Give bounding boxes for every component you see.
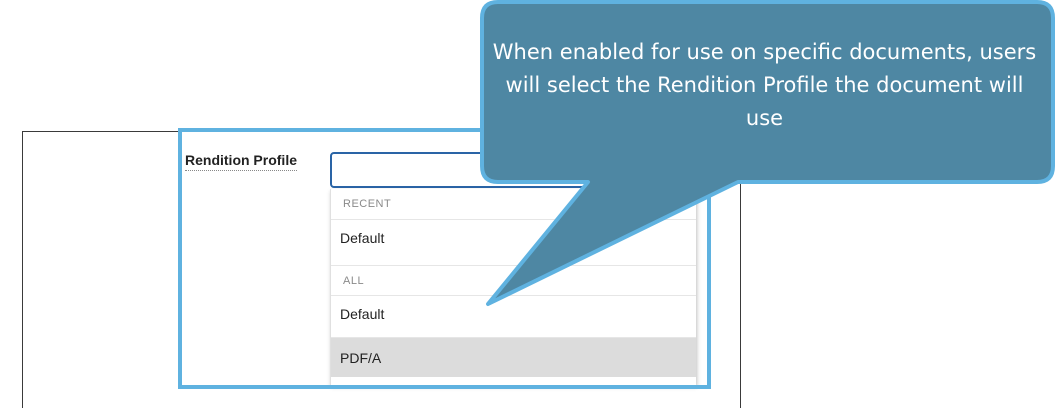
callout-text: When enabled for use on specific documen… [492, 40, 1037, 130]
highlight-box [178, 128, 711, 389]
